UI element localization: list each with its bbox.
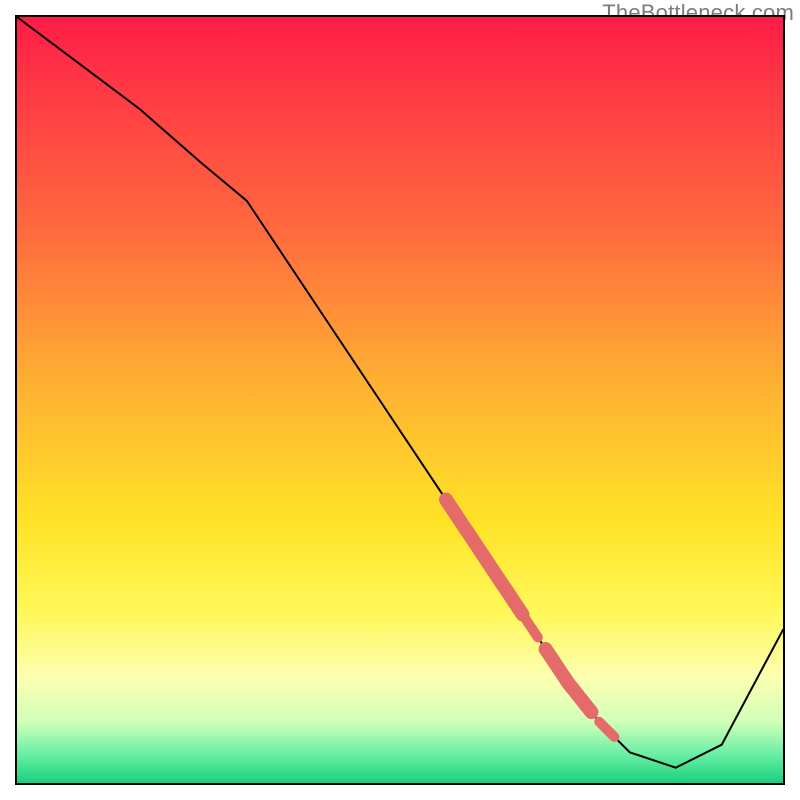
highlight-segment bbox=[599, 722, 614, 737]
bottleneck-curve-path bbox=[17, 17, 783, 768]
highlight-group bbox=[446, 500, 615, 737]
bottleneck-curve-svg bbox=[17, 17, 783, 783]
highlight-segment bbox=[446, 500, 523, 615]
highlight-segment bbox=[523, 614, 538, 637]
plot-area bbox=[15, 15, 785, 785]
highlight-segment bbox=[546, 649, 592, 712]
chart-stage: TheBottleneck.com bbox=[0, 0, 800, 800]
